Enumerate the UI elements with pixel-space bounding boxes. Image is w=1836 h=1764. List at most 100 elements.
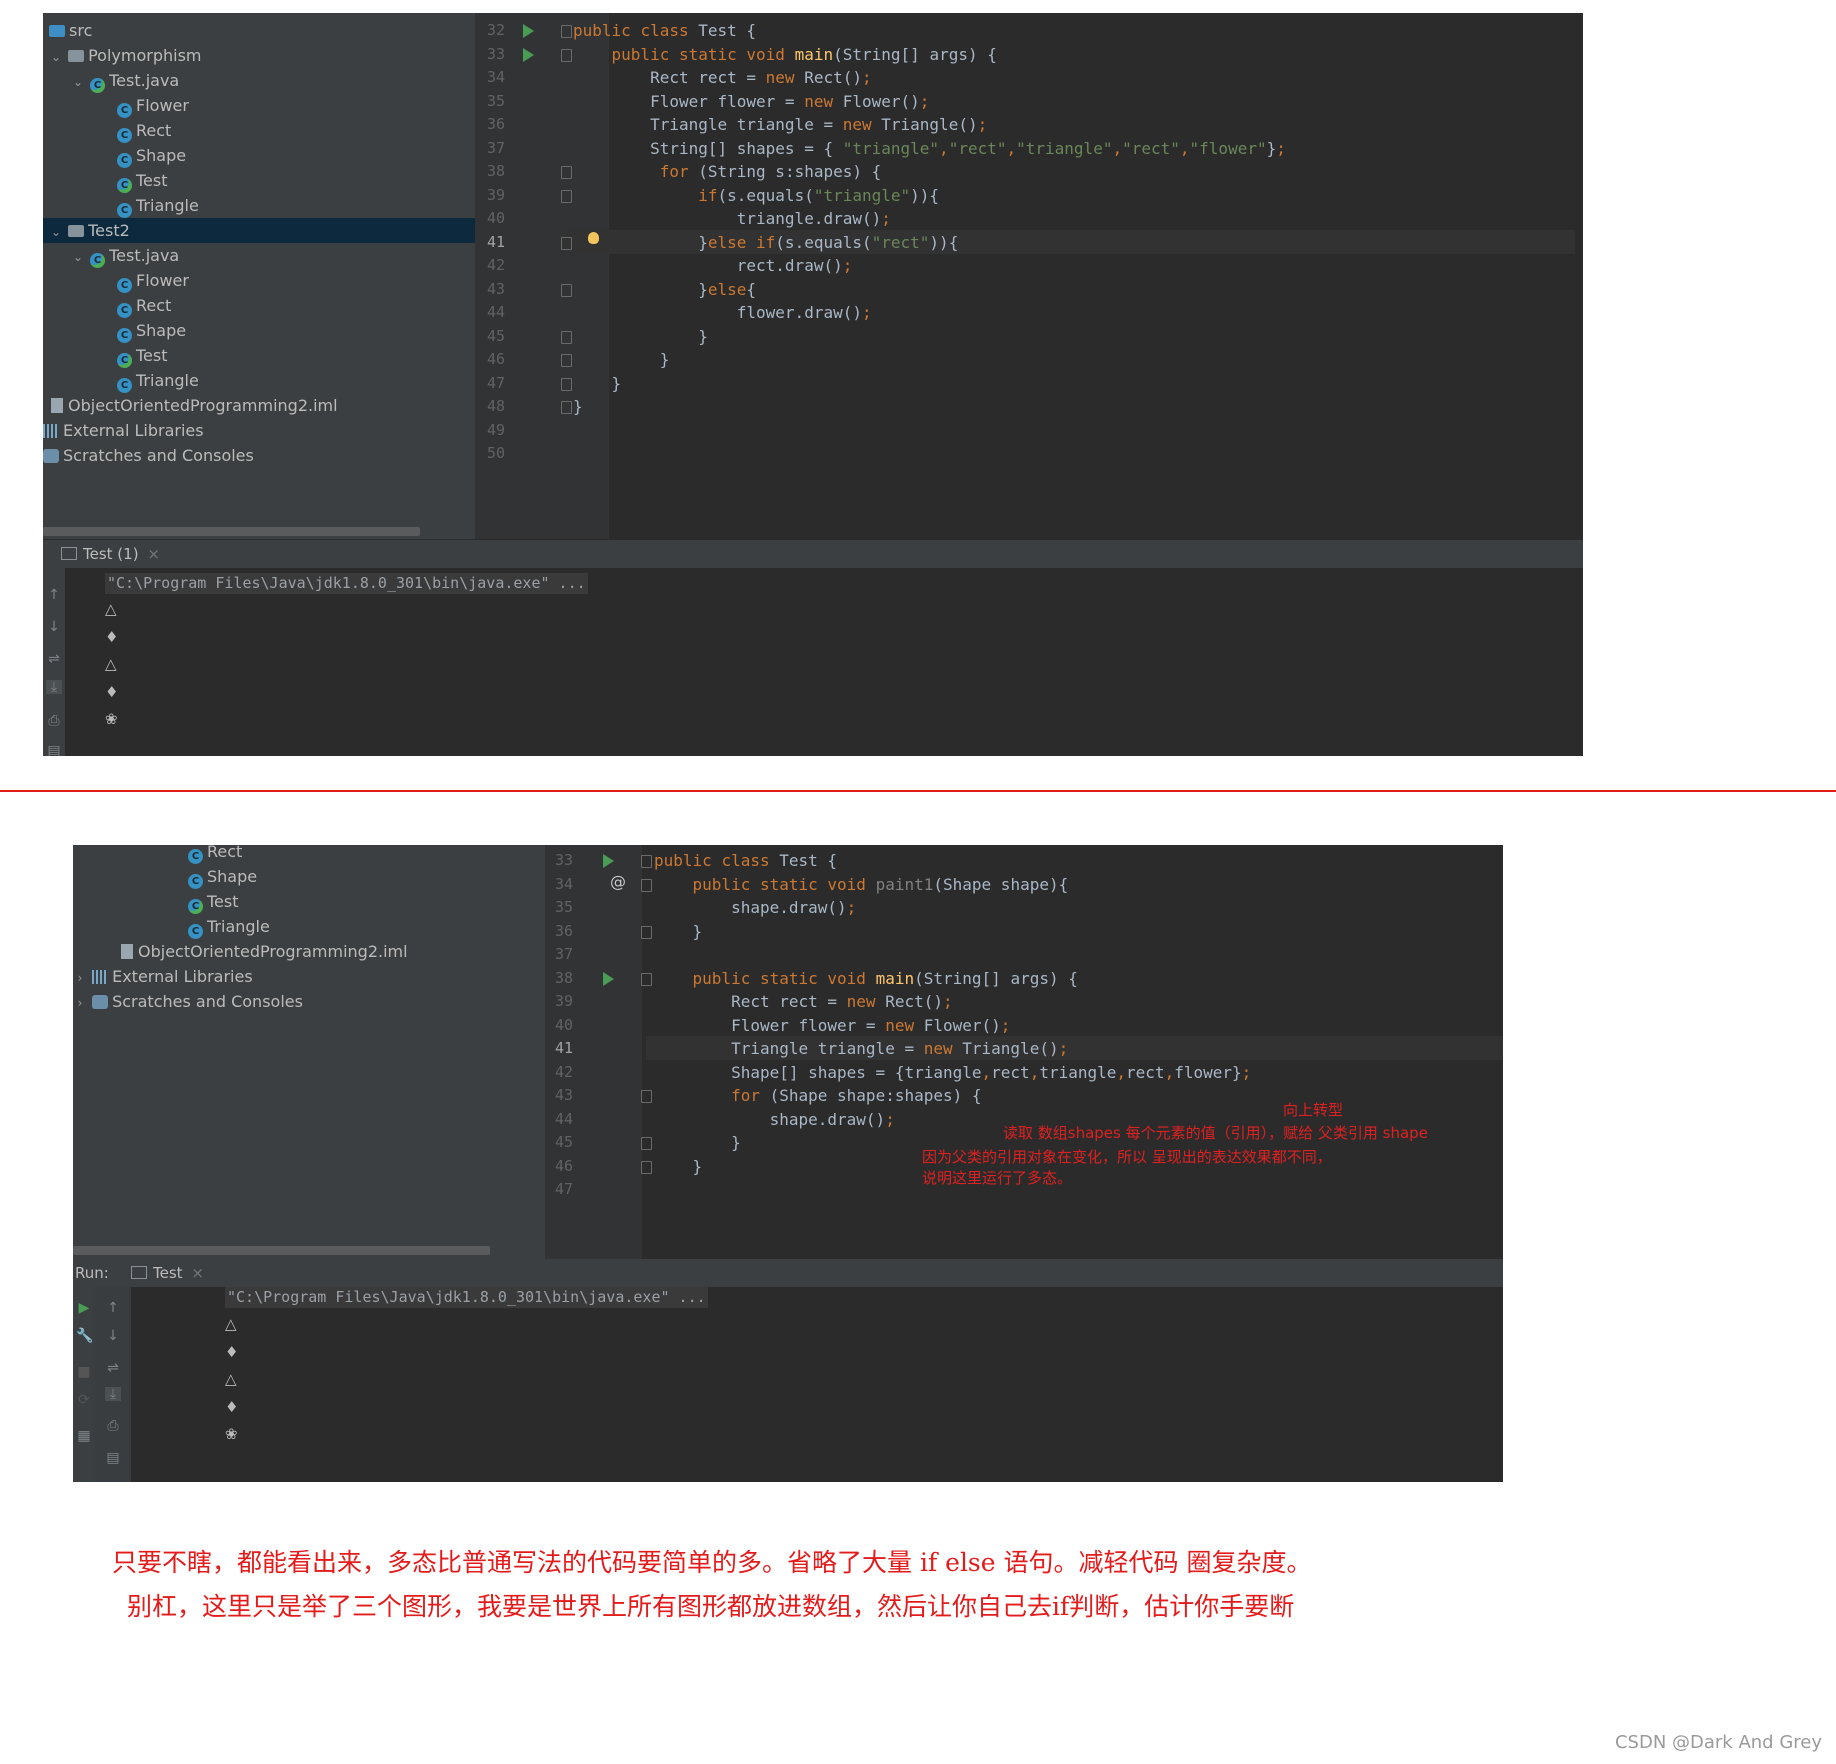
down-arrow-icon[interactable]: ↓	[46, 620, 62, 634]
run-gutter-icon[interactable]	[603, 854, 614, 868]
down-arrow-icon[interactable]: ↓	[105, 1329, 121, 1343]
code-line[interactable]: Flower flower = new Flower();	[654, 1014, 1010, 1037]
close-icon[interactable]: ×	[147, 545, 160, 563]
tree-item[interactable]: C Rect	[117, 118, 171, 143]
code-line[interactable]: shape.draw();	[654, 1108, 895, 1131]
tree-item[interactable]: › External Libraries	[73, 964, 253, 989]
horizontal-scrollbar[interactable]	[43, 527, 420, 536]
trash-icon[interactable]: ▤	[46, 744, 62, 756]
fold-marker-icon[interactable]	[641, 878, 652, 892]
fold-marker-icon[interactable]	[641, 855, 652, 868]
tree-item[interactable]: C Shape	[117, 318, 186, 343]
code-line[interactable]: Triangle triangle = new Triangle();	[654, 1037, 1068, 1060]
fold-marker-icon[interactable]	[641, 1137, 652, 1150]
fold-marker-icon[interactable]	[561, 377, 572, 391]
code-line[interactable]: flower.draw();	[573, 301, 872, 324]
layout-icon[interactable]: ▦	[76, 1429, 92, 1443]
up-arrow-icon[interactable]: ↑	[105, 1301, 121, 1315]
chevron-down-icon[interactable]: ⌄	[49, 45, 63, 70]
chevron-down-icon[interactable]: ⌄	[49, 220, 63, 245]
code-line[interactable]: triangle.draw();	[573, 207, 891, 230]
code-line[interactable]: }	[573, 372, 622, 395]
code-line[interactable]: if(s.equals("triangle")){	[573, 184, 939, 207]
tree-item[interactable]: Scratches and Consoles	[43, 443, 254, 468]
tree-item[interactable]: C Triangle	[117, 193, 199, 218]
fold-marker-icon[interactable]	[561, 401, 572, 414]
code-line[interactable]: public static void main(String[] args) {	[654, 967, 1078, 990]
code-line[interactable]: rect.draw();	[573, 254, 853, 277]
code-line[interactable]: }	[654, 920, 703, 943]
tree-item[interactable]: ⌄ C Test.java	[71, 243, 179, 268]
scroll-to-end-icon[interactable]: ⤓	[46, 680, 62, 694]
restore-icon[interactable]: ⟳	[76, 1393, 92, 1407]
fold-marker-icon[interactable]	[561, 48, 572, 62]
code-line[interactable]: }	[573, 395, 583, 418]
trash-icon[interactable]: ▤	[105, 1451, 121, 1465]
close-icon[interactable]: ×	[191, 1264, 204, 1282]
fold-marker-icon[interactable]	[641, 972, 652, 986]
lightbulb-icon[interactable]	[588, 232, 599, 244]
fold-marker-icon[interactable]	[561, 283, 572, 297]
code-line[interactable]: }	[573, 325, 708, 348]
fold-marker-icon[interactable]	[641, 1090, 652, 1103]
tree-item[interactable]: C Test	[117, 343, 168, 368]
rerun-icon[interactable]: ▶	[76, 1301, 92, 1315]
code-line[interactable]: Rect rect = new Rect();	[573, 66, 872, 89]
tree-item[interactable]: ObjectOrientedProgramming2.iml	[51, 393, 338, 418]
code-line[interactable]: shape.draw();	[654, 896, 856, 919]
tree-item[interactable]: C Triangle	[117, 368, 199, 393]
tree-item[interactable]: C Test	[188, 889, 239, 914]
chevron-right-icon[interactable]: ›	[73, 966, 87, 991]
run-gutter-icon[interactable]	[603, 971, 614, 986]
fold-marker-icon[interactable]	[561, 25, 572, 38]
code-line[interactable]: Shape[] shapes = {triangle,rect,triangle…	[654, 1061, 1251, 1084]
tree-item[interactable]: C Flower	[117, 268, 189, 293]
code-line[interactable]: public class Test {	[654, 849, 837, 872]
run-tab[interactable]: Test (1) ×	[61, 540, 160, 568]
code-line[interactable]: }	[573, 348, 670, 371]
stop-icon[interactable]: ■	[76, 1365, 92, 1379]
tree-item[interactable]: ⌄ Test2	[43, 218, 481, 243]
tree-item[interactable]: C Shape	[188, 864, 257, 889]
tree-item[interactable]: ⌄ C Test.java	[71, 68, 179, 93]
up-arrow-icon[interactable]: ↑	[46, 588, 62, 602]
tree-item[interactable]: C Flower	[117, 93, 189, 118]
code-line[interactable]: }else if(s.equals("rect")){	[573, 231, 958, 254]
run-gutter-icon[interactable]	[523, 47, 534, 62]
fold-marker-icon[interactable]	[561, 330, 572, 344]
code-line[interactable]: }	[654, 1131, 741, 1154]
soft-wrap-icon[interactable]: ⇌	[46, 652, 62, 666]
tree-item[interactable]: › Scratches and Consoles	[73, 989, 303, 1014]
print-icon[interactable]: ⎙	[105, 1419, 121, 1433]
run-tab[interactable]: Test ×	[131, 1259, 204, 1287]
fold-marker-icon[interactable]	[641, 1160, 652, 1174]
scroll-to-end-icon[interactable]: ⤓	[105, 1387, 121, 1401]
code-line[interactable]: for (Shape shape:shapes) {	[654, 1084, 981, 1107]
code-line[interactable]: Rect rect = new Rect();	[654, 990, 953, 1013]
horizontal-scrollbar[interactable]	[73, 1246, 490, 1255]
fold-marker-icon[interactable]	[561, 166, 572, 179]
fold-marker-icon[interactable]	[561, 354, 572, 367]
tree-item[interactable]: External Libraries	[43, 418, 204, 443]
tree-item[interactable]: ⌄ Polymorphism	[49, 43, 202, 68]
code-line[interactable]: public class Test {	[573, 19, 756, 42]
tree-item[interactable]: ObjectOrientedProgramming2.iml	[121, 939, 408, 964]
tree-item[interactable]: C Rect	[188, 845, 242, 864]
print-icon[interactable]: ⎙	[46, 714, 62, 728]
code-line[interactable]: String[] shapes = { "triangle","rect","t…	[573, 137, 1286, 160]
fold-marker-icon[interactable]	[561, 236, 572, 250]
chevron-right-icon[interactable]: ›	[73, 991, 87, 1016]
run-gutter-icon[interactable]	[523, 24, 534, 38]
code-line[interactable]: for (String s:shapes) {	[573, 160, 882, 183]
chevron-down-icon[interactable]: ⌄	[71, 245, 85, 270]
code-line[interactable]: public static void paint1(Shape shape){	[654, 873, 1069, 896]
fold-marker-icon[interactable]	[561, 189, 572, 203]
soft-wrap-icon[interactable]: ⇌	[105, 1361, 121, 1375]
tree-item[interactable]: C Triangle	[188, 914, 270, 939]
code-line[interactable]: }	[654, 1155, 703, 1178]
fold-marker-icon[interactable]	[641, 925, 652, 939]
tree-item[interactable]: src	[49, 18, 92, 43]
wrench-icon[interactable]: 🔧	[76, 1329, 93, 1343]
tree-item[interactable]: C Rect	[117, 293, 171, 318]
code-line[interactable]: public static void main(String[] args) {	[573, 43, 997, 66]
